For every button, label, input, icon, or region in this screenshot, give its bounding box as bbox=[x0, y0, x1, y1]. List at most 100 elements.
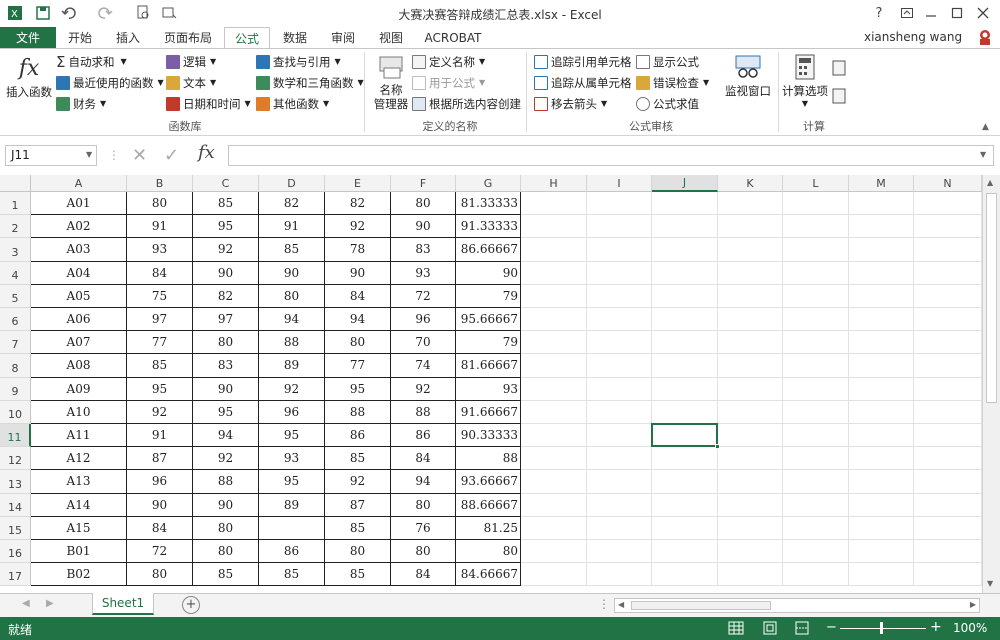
cell-M7[interactable] bbox=[849, 331, 914, 355]
cell-B5[interactable]: 75 bbox=[127, 284, 193, 308]
column-header-H[interactable]: H bbox=[521, 175, 587, 192]
tab-home[interactable]: 开始 bbox=[58, 27, 102, 48]
cell-J17[interactable] bbox=[652, 563, 718, 587]
help-button[interactable]: ? bbox=[868, 3, 890, 23]
cell-J8[interactable] bbox=[652, 354, 718, 378]
cell-I4[interactable] bbox=[587, 261, 652, 285]
user-name[interactable]: xiansheng wang bbox=[864, 30, 962, 44]
cell-B3[interactable]: 93 bbox=[127, 238, 193, 262]
cell-I7[interactable] bbox=[587, 331, 652, 355]
cell-K15[interactable] bbox=[718, 516, 783, 540]
cell-C4[interactable]: 90 bbox=[193, 261, 259, 285]
cell-A16[interactable]: B01 bbox=[31, 540, 127, 564]
collapse-ribbon-icon[interactable]: ▲ bbox=[982, 122, 989, 132]
cell-D15[interactable] bbox=[259, 516, 325, 540]
sheet-tab-sheet1[interactable]: Sheet1 bbox=[92, 593, 154, 615]
add-sheet-icon[interactable]: + bbox=[182, 596, 200, 614]
cell-N10[interactable] bbox=[914, 400, 982, 424]
cell-D4[interactable]: 90 bbox=[259, 261, 325, 285]
tab-page-layout[interactable]: 页面布局 bbox=[154, 27, 222, 48]
cell-K1[interactable] bbox=[718, 192, 783, 216]
cell-N9[interactable] bbox=[914, 377, 982, 401]
cell-K14[interactable] bbox=[718, 493, 783, 517]
cell-B1[interactable]: 80 bbox=[127, 192, 193, 216]
cell-H7[interactable] bbox=[521, 331, 587, 355]
cell-M1[interactable] bbox=[849, 192, 914, 216]
prev-sheet-icon[interactable]: ◀ bbox=[22, 598, 30, 609]
cell-E3[interactable]: 78 bbox=[325, 238, 391, 262]
cell-A5[interactable]: A05 bbox=[31, 284, 127, 308]
print-preview-icon[interactable] bbox=[134, 4, 152, 22]
cell-N6[interactable] bbox=[914, 308, 982, 332]
cell-D6[interactable]: 94 bbox=[259, 308, 325, 332]
column-header-F[interactable]: F bbox=[391, 175, 456, 192]
cell-F10[interactable]: 88 bbox=[391, 400, 456, 424]
calculation-options-button[interactable]: 计算选项 ▼ bbox=[780, 54, 830, 112]
active-cell-selection[interactable] bbox=[651, 423, 720, 450]
cell-B6[interactable]: 97 bbox=[127, 308, 193, 332]
column-header-C[interactable]: C bbox=[193, 175, 259, 192]
zoom-out-icon[interactable]: − bbox=[826, 620, 837, 635]
cell-I15[interactable] bbox=[587, 516, 652, 540]
cell-F12[interactable]: 84 bbox=[391, 447, 456, 471]
show-formulas-button[interactable]: 显示公式 bbox=[636, 52, 699, 71]
cell-E5[interactable]: 84 bbox=[325, 284, 391, 308]
name-manager-button[interactable]: 名称 管理器 bbox=[372, 54, 410, 114]
cell-I1[interactable] bbox=[587, 192, 652, 216]
cell-N17[interactable] bbox=[914, 563, 982, 587]
page-break-view-icon[interactable] bbox=[794, 620, 810, 636]
cell-G1[interactable]: 81.33333 bbox=[456, 192, 521, 216]
cell-J16[interactable] bbox=[652, 540, 718, 564]
avatar[interactable] bbox=[976, 28, 994, 46]
cell-A9[interactable]: A09 bbox=[31, 377, 127, 401]
cell-L9[interactable] bbox=[783, 377, 849, 401]
cell-I8[interactable] bbox=[587, 354, 652, 378]
cell-M4[interactable] bbox=[849, 261, 914, 285]
cell-F7[interactable]: 70 bbox=[391, 331, 456, 355]
cell-A13[interactable]: A13 bbox=[31, 470, 127, 494]
chevron-down-icon[interactable]: ▼ bbox=[86, 150, 92, 159]
tab-file[interactable]: 文件 bbox=[0, 27, 56, 48]
cell-A6[interactable]: A06 bbox=[31, 308, 127, 332]
column-header-L[interactable]: L bbox=[783, 175, 849, 192]
cell-H5[interactable] bbox=[521, 284, 587, 308]
cell-K12[interactable] bbox=[718, 447, 783, 471]
cell-M3[interactable] bbox=[849, 238, 914, 262]
tab-data[interactable]: 数据 bbox=[272, 27, 318, 48]
cell-E13[interactable]: 92 bbox=[325, 470, 391, 494]
zoom-in-icon[interactable]: + bbox=[930, 619, 942, 635]
cell-B17[interactable]: 80 bbox=[127, 563, 193, 587]
column-header-D[interactable]: D bbox=[259, 175, 325, 192]
text-button[interactable]: 文本 ▼ bbox=[166, 73, 216, 92]
fx-icon[interactable]: fx bbox=[198, 142, 215, 163]
tab-view[interactable]: 视图 bbox=[368, 27, 414, 48]
cell-E7[interactable]: 80 bbox=[325, 331, 391, 355]
cell-G4[interactable]: 90 bbox=[456, 261, 521, 285]
cell-M9[interactable] bbox=[849, 377, 914, 401]
row-header[interactable]: 10 bbox=[0, 400, 31, 424]
tab-insert[interactable]: 插入 bbox=[106, 27, 150, 48]
cell-L14[interactable] bbox=[783, 493, 849, 517]
tab-formulas[interactable]: 公式 bbox=[224, 27, 270, 49]
autosum-button[interactable]: Σ 自动求和 ▼ bbox=[56, 52, 127, 71]
date-time-button[interactable]: 日期和时间 ▼ bbox=[166, 94, 251, 113]
cell-K4[interactable] bbox=[718, 261, 783, 285]
cell-M11[interactable] bbox=[849, 424, 914, 448]
cell-K6[interactable] bbox=[718, 308, 783, 332]
cell-K17[interactable] bbox=[718, 563, 783, 587]
cell-L4[interactable] bbox=[783, 261, 849, 285]
cell-C2[interactable]: 95 bbox=[193, 215, 259, 239]
cell-D2[interactable]: 91 bbox=[259, 215, 325, 239]
cell-G8[interactable]: 81.66667 bbox=[456, 354, 521, 378]
cell-C15[interactable]: 80 bbox=[193, 516, 259, 540]
column-header-K[interactable]: K bbox=[718, 175, 783, 192]
cancel-icon[interactable]: ✕ bbox=[132, 145, 147, 166]
cell-N3[interactable] bbox=[914, 238, 982, 262]
formula-input[interactable] bbox=[228, 145, 994, 166]
cell-A15[interactable]: A15 bbox=[31, 516, 127, 540]
cell-C7[interactable]: 80 bbox=[193, 331, 259, 355]
cell-D9[interactable]: 92 bbox=[259, 377, 325, 401]
scroll-left-icon[interactable]: ◀ bbox=[618, 600, 624, 609]
cell-J3[interactable] bbox=[652, 238, 718, 262]
cell-A8[interactable]: A08 bbox=[31, 354, 127, 378]
